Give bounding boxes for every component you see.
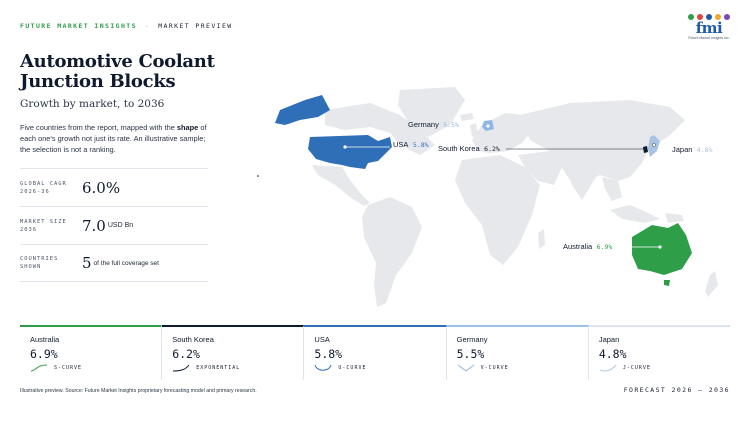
map-land [312,87,718,307]
stat-countries-shown: COUNTRIES SHOWN 5 of the full coverage s… [20,244,208,282]
description-pre: Five countries from the report, mapped w… [20,123,177,132]
logo-dot [724,14,730,20]
stat-label: MARKET SIZE 2036 [20,218,82,234]
card-japan[interactable]: Japan 4.8% J-CURVE [588,325,731,380]
stat-label-line1: GLOBAL CAGR [20,180,67,187]
land-alaska [275,95,330,125]
map-label-australia: Australia 6.9% [563,236,612,253]
marker-japan[interactable] [652,143,656,147]
card-curve-row: U-CURVE [314,364,445,372]
source-footnote: Illustrative preview. Source: Future Mar… [20,388,257,394]
page-title: Automotive Coolant Junction Blocks [20,51,215,92]
marker-dot-pacific [257,175,259,177]
card-country: Australia [30,335,60,344]
section-label: MARKET PREVIEW [158,22,233,30]
land-madagascar [538,229,545,249]
land-tasmania [664,280,670,286]
card-curve-row: S-CURVE [30,364,161,372]
world-map: Germany 5.5% USA 5.8% South Korea 6.2% J… [257,87,718,307]
card-usa[interactable]: USA 5.8% U-CURVE [304,325,447,380]
j-curve-icon [599,364,617,372]
brand-name[interactable]: FUTURE MARKET INSIGHTS [20,22,137,30]
stat-value: 6.0% [82,178,121,197]
stat-label: GLOBAL CAGR 2026-36 [20,180,82,196]
page-subtitle: Growth by market, to 2036 [20,98,165,110]
card-australia[interactable]: Australia 6.9% S-CURVE [20,325,163,380]
stat-value: 7.0 [82,216,106,235]
forecast-period: FORECAST 2026 – 2036 [623,386,730,394]
header-bar: FUTURE MARKET INSIGHTS · MARKET PREVIEW [20,22,233,30]
card-rate: 4.8% [598,347,627,361]
card-curve-row: J-CURVE [599,364,730,372]
land-nz [705,271,718,297]
land-indonesia [610,205,660,223]
exponential-curve-icon [173,364,190,372]
land-south-america [362,197,422,307]
stat-value: 5 [82,254,92,272]
stat-label-line2: 2026-36 [20,188,50,195]
card-shape: J-CURVE [622,365,651,371]
stat-label: COUNTRIES SHOWN [20,255,82,271]
card-country: South Korea [172,335,214,344]
card-rate: 6.9% [30,347,58,361]
description-bold: shape [176,123,199,132]
stat-global-cagr: GLOBAL CAGR 2026-36 6.0% [20,168,208,206]
card-shape: S-CURVE [54,365,83,371]
stat-note: of the full coverage set [93,259,159,267]
s-curve-icon [30,364,48,372]
country-cards: Australia 6.9% S-CURVE South Korea 6.2% … [20,325,731,380]
card-curve-row: V-CURVE [457,364,588,372]
card-curve-row: EXPONENTIAL [172,364,303,372]
land-india [565,165,596,200]
card-country: Japan [598,335,620,344]
card-rate: 5.8% [314,347,343,361]
card-rate: 6.2% [172,347,200,361]
land-mexico [312,165,370,206]
stat-unit: USD Bn [107,222,134,229]
card-rate: 5.5% [456,347,485,361]
card-south-korea[interactable]: South Korea 6.2% EXPONENTIAL [162,325,305,380]
logo-wordmark: fmi [695,19,723,37]
stat-label-line1: COUNTRIES [20,256,59,262]
v-curve-icon [457,364,474,372]
card-shape: U-CURVE [338,365,367,371]
u-curve-icon [314,364,332,371]
card-country: USA [314,335,330,344]
card-shape: EXPONENTIAL [196,365,241,371]
stat-label-line1: MARKET SIZE [20,218,67,225]
stats-panel: GLOBAL CAGR 2026-36 6.0% MARKET SIZE 203… [20,168,208,282]
stat-market-size: MARKET SIZE 2036 7.0 USD Bn [20,206,208,244]
card-shape: V-CURVE [480,365,509,371]
fmi-logo[interactable]: fmi Future Market Insights Inc. [688,14,730,42]
card-country: Germany [456,335,488,344]
logo-dot [688,14,694,20]
land-iceland [460,113,474,121]
logo-tagline: Future Market Insights Inc. [688,36,730,40]
land-usa[interactable] [308,135,392,169]
description: Five countries from the report, mapped w… [20,122,210,155]
marker-germany[interactable] [486,124,490,128]
land-australia[interactable] [632,223,692,275]
card-germany[interactable]: Germany 5.5% V-CURVE [446,325,589,380]
stat-label-line2: SHOWN [20,264,42,270]
stat-label-line2: 2036 [20,226,37,233]
map-label-japan: Japan 4.8% [672,139,713,156]
land-png [665,213,684,223]
land-africa [455,155,540,265]
header-separator: · [144,22,151,30]
